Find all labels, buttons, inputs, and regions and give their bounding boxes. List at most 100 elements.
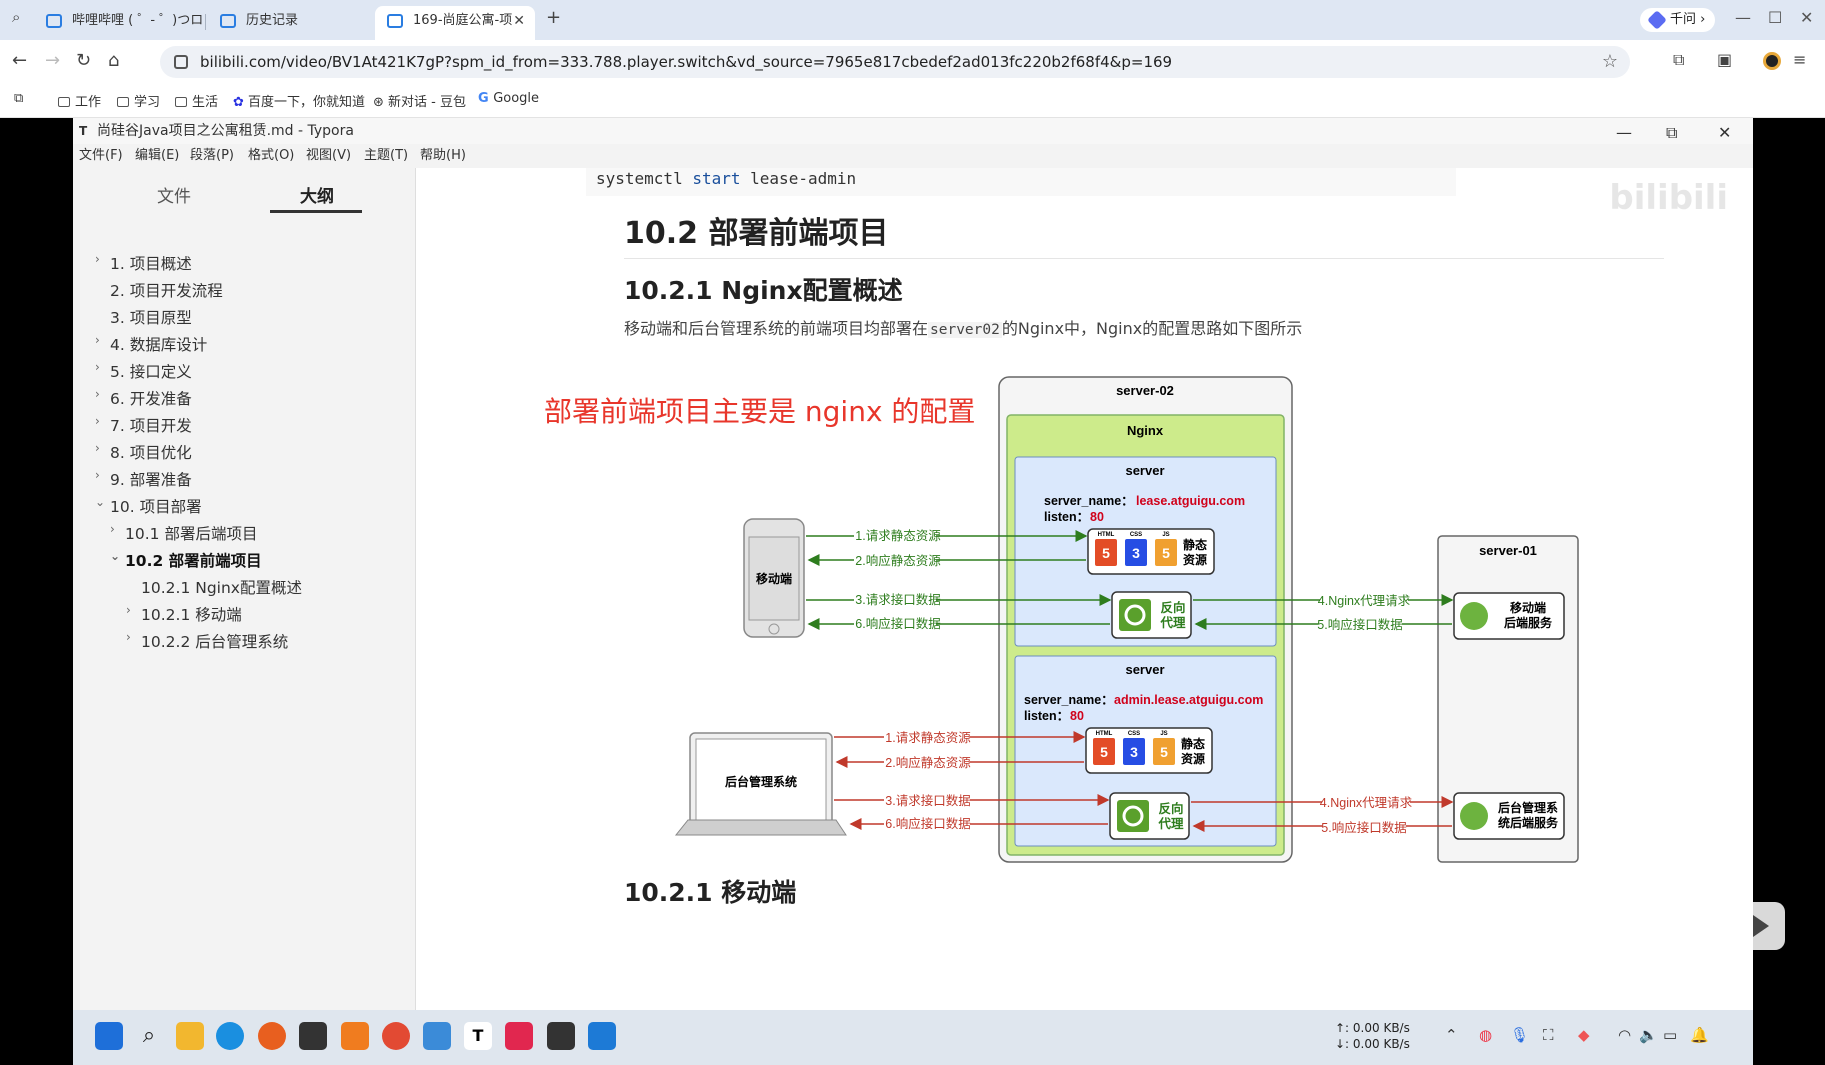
- bookmark-study[interactable]: 学习: [117, 91, 160, 110]
- file-explorer-icon[interactable]: [176, 1022, 204, 1050]
- tray-app-icon[interactable]: ◍: [1479, 1026, 1492, 1044]
- outline-item-active[interactable]: ⌄ 10.2 部署前端项目: [110, 549, 262, 571]
- tab-groups-icon[interactable]: ⧉: [14, 91, 23, 106]
- chevron-down-icon[interactable]: ⌄: [95, 495, 105, 509]
- outline-item[interactable]: › 1. 项目概述: [95, 252, 192, 274]
- outline-item[interactable]: › 7. 项目开发: [95, 414, 192, 436]
- back-icon[interactable]: ←: [12, 50, 27, 71]
- outline-item[interactable]: › 9. 部署准备: [95, 468, 192, 490]
- bookmark-baidu[interactable]: ✿ 百度一下，你就知道: [233, 91, 365, 110]
- menu-file[interactable]: 文件(F): [79, 144, 123, 168]
- volume-icon[interactable]: 🔈: [1639, 1026, 1658, 1044]
- tab-search-icon[interactable]: ⌕: [12, 8, 20, 26]
- outline-item[interactable]: › 10.2.1 移动端: [126, 603, 242, 625]
- outline-sidebar: 文件 大纲 › 1. 项目概述 2. 项目开发流程 3. 项目原型 › 4. 数据库…: [73, 168, 416, 1010]
- wifi-icon[interactable]: ◠: [1618, 1026, 1631, 1044]
- start-menu-icon[interactable]: [95, 1022, 123, 1050]
- maximize-icon[interactable]: ☐: [1768, 8, 1782, 27]
- sublime-icon[interactable]: [341, 1022, 369, 1050]
- typora-close-icon[interactable]: ✕: [1718, 120, 1731, 146]
- outline-label: 2. 项目开发流程: [110, 282, 223, 300]
- minimize-icon[interactable]: —: [1735, 8, 1751, 27]
- screenshot-icon[interactable]: ▣: [1717, 50, 1732, 69]
- reload-icon[interactable]: ↻: [76, 50, 91, 71]
- outline-label: 8. 项目优化: [110, 444, 192, 462]
- outline-item[interactable]: › 8. 项目优化: [95, 441, 192, 463]
- chevron-right-icon[interactable]: ›: [95, 441, 100, 455]
- tray-app-icon[interactable]: ⛶: [1543, 1026, 1554, 1044]
- chevron-right-icon[interactable]: ›: [95, 360, 100, 374]
- tab-active-video[interactable]: 169-尚庭公寓-项 ✕: [375, 6, 535, 40]
- outline-item[interactable]: › 10.2.2 后台管理系统: [126, 630, 288, 652]
- forward-icon[interactable]: →: [45, 50, 60, 71]
- virtualbox-icon[interactable]: [423, 1022, 451, 1050]
- profile-avatar[interactable]: [1763, 52, 1781, 70]
- edge-icon[interactable]: [216, 1022, 244, 1050]
- chevron-right-icon[interactable]: ›: [95, 468, 100, 482]
- menu-edit[interactable]: 编辑(E): [135, 144, 179, 168]
- js-caption: JS: [1162, 532, 1169, 538]
- chevron-right-icon[interactable]: ›: [126, 603, 131, 617]
- menu-theme[interactable]: 主题(T): [364, 144, 408, 168]
- chevron-right-icon[interactable]: ›: [95, 333, 100, 347]
- site-info-icon[interactable]: [174, 55, 188, 69]
- app-icon[interactable]: [258, 1022, 286, 1050]
- typora-taskbar-icon[interactable]: T: [464, 1022, 492, 1050]
- close-tab-icon[interactable]: ✕: [513, 6, 525, 36]
- folder-icon: [175, 97, 187, 107]
- chevron-right-icon[interactable]: ›: [95, 252, 100, 266]
- chevron-up-icon[interactable]: ⌃: [1445, 1026, 1458, 1044]
- bookmark-doubao[interactable]: ⊛ 新对话 - 豆包: [373, 91, 466, 110]
- chevron-right-icon[interactable]: ›: [95, 387, 100, 401]
- outline-item[interactable]: 2. 项目开发流程: [110, 279, 223, 301]
- search-icon[interactable]: ⌕: [135, 1022, 163, 1050]
- menu-view[interactable]: 视图(V): [306, 144, 351, 168]
- arrow-label: 2.响应静态资源: [855, 553, 941, 568]
- sidebar-tab-outline[interactable]: 大纲: [300, 182, 334, 207]
- intellij-icon[interactable]: [505, 1022, 533, 1050]
- outline-item[interactable]: 3. 项目原型: [110, 306, 192, 328]
- chevron-down-icon[interactable]: ⌄: [110, 549, 120, 563]
- webstorm-icon[interactable]: [588, 1022, 616, 1050]
- microphone-icon[interactable]: 🎙: [1510, 1026, 1529, 1044]
- menu-icon[interactable]: ≡: [1793, 50, 1806, 69]
- outline-item[interactable]: ⌄ 10. 项目部署: [95, 495, 202, 517]
- notification-bell-icon[interactable]: 🔔: [1690, 1026, 1709, 1044]
- app-icon[interactable]: [547, 1022, 575, 1050]
- typora-minimize-icon[interactable]: —: [1616, 120, 1632, 146]
- chevron-right-icon[interactable]: ›: [126, 630, 131, 644]
- home-icon[interactable]: ⌂: [108, 50, 119, 71]
- battery-icon[interactable]: ▭: [1663, 1026, 1677, 1044]
- outline-item[interactable]: 10.2.1 Nginx配置概述: [141, 576, 302, 598]
- bookmark-google[interactable]: G Google: [478, 91, 539, 106]
- chrome-icon[interactable]: [382, 1022, 410, 1050]
- typora-restore-icon[interactable]: ⧉: [1666, 120, 1677, 146]
- new-tab-icon[interactable]: +: [546, 7, 561, 28]
- outline-item[interactable]: › 5. 接口定义: [95, 360, 192, 382]
- outline-label: 6. 开发准备: [110, 390, 192, 408]
- close-window-icon[interactable]: ✕: [1800, 8, 1813, 27]
- outline-item[interactable]: › 10.1 部署后端项目: [110, 522, 257, 544]
- outline-item[interactable]: › 4. 数据库设计: [95, 333, 207, 355]
- html-caption: HTML: [1096, 731, 1113, 737]
- bookmark-star-icon[interactable]: ☆: [1602, 46, 1618, 78]
- bookmark-work[interactable]: 工作: [58, 91, 101, 110]
- address-bar[interactable]: bilibili.com/video/BV1At421K7gP?spm_id_f…: [160, 46, 1630, 78]
- menu-paragraph[interactable]: 段落(P): [190, 144, 234, 168]
- tray-app-icon[interactable]: ◆: [1578, 1026, 1590, 1044]
- menu-format[interactable]: 格式(O): [248, 144, 294, 168]
- menu-help[interactable]: 帮助(H): [420, 144, 466, 168]
- chevron-right-icon[interactable]: ›: [110, 522, 115, 536]
- terminal-icon[interactable]: [299, 1022, 327, 1050]
- chevron-right-icon[interactable]: ›: [95, 414, 100, 428]
- editor-pane[interactable]: systemctl start lease-admin bilibili 10.…: [416, 168, 1753, 1010]
- play-button[interactable]: [1733, 902, 1785, 950]
- sidebar-tab-files[interactable]: 文件: [157, 182, 191, 207]
- tab-bilibili[interactable]: 哔哩哔哩 ( ゜- ゜)つロ: [34, 6, 204, 40]
- ai-assistant-button[interactable]: 千问 ›: [1640, 8, 1716, 32]
- tab-history[interactable]: 历史记录: [208, 6, 368, 40]
- extensions-icon[interactable]: ⧉: [1673, 50, 1684, 70]
- bookmark-life[interactable]: 生活: [175, 91, 218, 110]
- network-speed: ↑: 0.00 KB/s ↓: 0.00 KB/s: [1335, 1020, 1410, 1052]
- outline-item[interactable]: › 6. 开发准备: [95, 387, 192, 409]
